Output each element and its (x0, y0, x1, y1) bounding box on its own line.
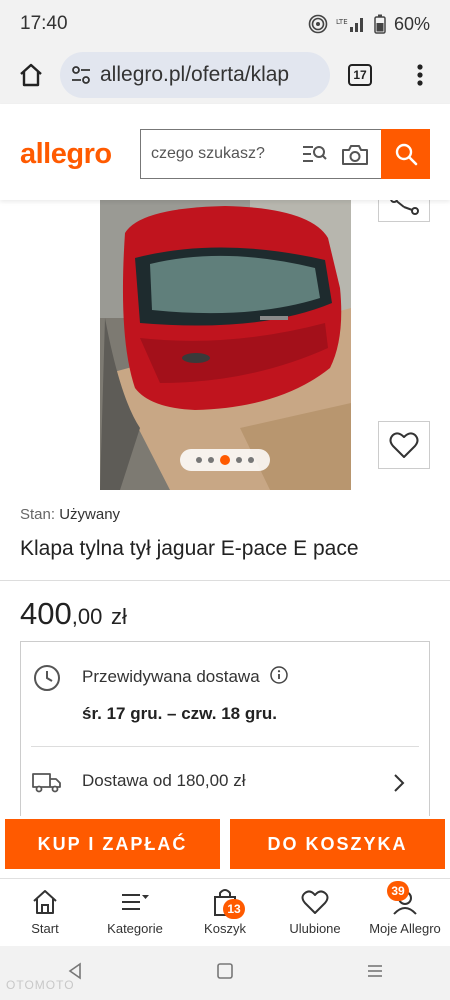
nav-my-allegro-label: Moje Allegro (369, 921, 441, 936)
site-header: allegro czego szukasz? (0, 104, 450, 200)
more-menu-icon[interactable] (415, 62, 425, 93)
recents-icon[interactable] (366, 962, 384, 985)
heart-icon (301, 890, 329, 914)
nav-cart[interactable]: 13 Koszyk (180, 879, 270, 947)
truck-icon (32, 770, 62, 799)
nav-my-allegro[interactable]: 39 Moje Allegro (360, 879, 450, 947)
buy-now-button[interactable]: KUP I ZAPŁAĆ (5, 819, 220, 869)
favorite-button[interactable] (378, 421, 430, 469)
site-settings-icon[interactable] (70, 64, 92, 86)
price-whole: 400 (20, 596, 72, 631)
search-button[interactable] (381, 129, 430, 179)
home-square-icon[interactable] (216, 962, 234, 985)
add-to-cart-button[interactable]: DO KOSZYKA (230, 819, 445, 869)
price-currency: zł (110, 604, 127, 629)
battery-level: 60% (393, 13, 430, 34)
info-icon[interactable] (270, 666, 289, 689)
product-image[interactable] (100, 198, 351, 490)
price: 400,00 zł (20, 596, 127, 632)
nav-favorites-label: Ulubione (289, 921, 341, 936)
condition: Stan: Używany (20, 506, 120, 523)
allegro-logo[interactable]: allegro (20, 138, 112, 171)
search-input[interactable]: czego szukasz? (140, 129, 381, 179)
search-placeholder: czego szukasz? (151, 145, 265, 162)
svg-text:LTE: LTE (336, 18, 348, 26)
signal-icon: LTE (336, 18, 363, 32)
address-bar[interactable]: allegro.pl/oferta/klap (60, 52, 330, 98)
clock-icon (33, 664, 61, 697)
gallery-dot[interactable] (208, 457, 214, 463)
url-text: allegro.pl/oferta/klap (100, 63, 290, 86)
divider (0, 580, 450, 581)
heart-icon (389, 432, 419, 458)
hotspot-icon (308, 14, 328, 34)
home-icon[interactable] (18, 62, 44, 93)
delivery-cost[interactable]: Dostawa od 180,00 zł (82, 771, 246, 791)
search-icon (395, 143, 417, 166)
condition-label: Stan: (20, 506, 56, 523)
bottom-nav: Start Kategorie 13 Koszyk Ulubione 39 Mo… (0, 878, 450, 946)
gallery-dot[interactable] (248, 457, 254, 463)
my-allegro-badge: 39 (387, 881, 409, 901)
home-icon (33, 890, 57, 914)
gallery-dot[interactable] (236, 457, 242, 463)
gallery-dot-active[interactable] (220, 455, 230, 465)
status-bar: 17:40 LTE 60% (0, 0, 450, 48)
status-time: 17:40 (20, 13, 68, 34)
nav-start-label: Start (31, 921, 59, 936)
estimated-delivery: Przewidywana dostawa (82, 666, 289, 689)
delivery-dates: śr. 17 gru. – czw. 18 gru. (82, 704, 277, 723)
chevron-right-icon[interactable] (393, 773, 405, 798)
nav-cart-label: Koszyk (204, 921, 246, 936)
camera-icon[interactable] (341, 143, 369, 172)
battery-icon (374, 14, 386, 34)
gallery-dot[interactable] (196, 457, 202, 463)
nav-categories-label: Kategorie (107, 921, 163, 936)
browser-toolbar: allegro.pl/oferta/klap 17 (0, 48, 450, 104)
menu-icon (122, 894, 149, 910)
filter-list-icon[interactable] (301, 143, 327, 172)
gallery-pagination (180, 449, 270, 471)
nav-categories[interactable]: Kategorie (90, 879, 180, 947)
offer-title: Klapa tylna tył jaguar E-pace E pace (20, 537, 359, 560)
tabs-button[interactable]: 17 (348, 64, 372, 86)
cart-badge: 13 (223, 899, 245, 919)
nav-favorites[interactable]: Ulubione (270, 879, 360, 947)
condition-value: Używany (59, 506, 121, 523)
watermark: OTOMOTO (6, 978, 75, 992)
nav-start[interactable]: Start (0, 879, 90, 947)
delivery-divider (31, 746, 419, 747)
delivery-box: Przewidywana dostawa śr. 17 gru. – czw. … (20, 641, 430, 816)
price-cents: ,00 (71, 604, 103, 629)
estimated-delivery-label: Przewidywana dostawa (82, 666, 260, 686)
